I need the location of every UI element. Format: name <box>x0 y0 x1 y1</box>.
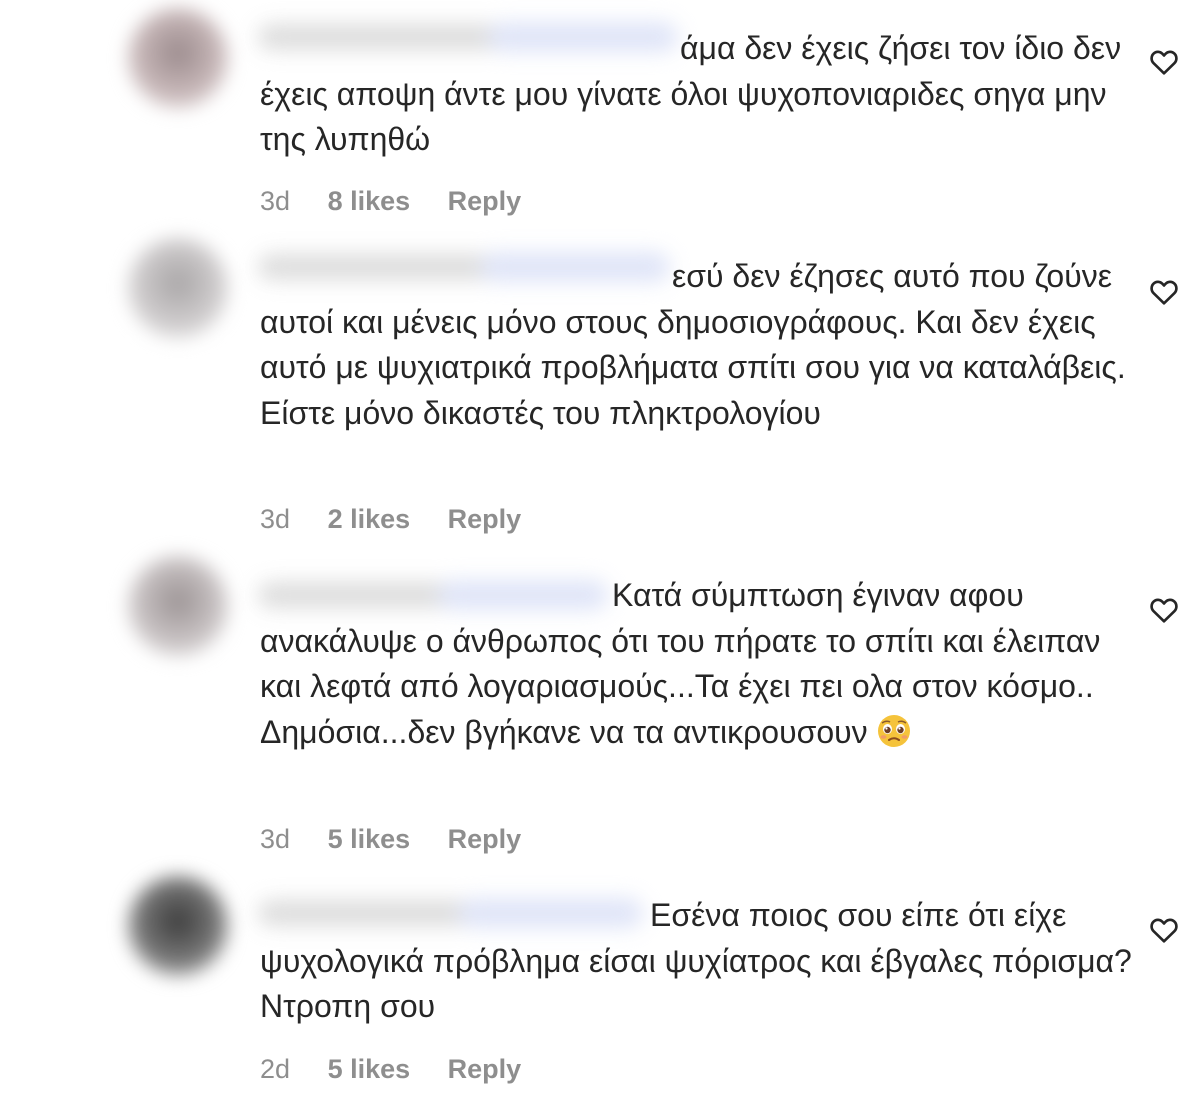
heart-outline-icon[interactable] <box>1148 914 1180 946</box>
comment-text: εσύ δεν έζησες αυτό που ζούνε αυτοί και … <box>260 258 1126 431</box>
comment-meta: 3d 5 likes Reply <box>260 823 521 855</box>
comment-timestamp: 3d <box>260 504 291 534</box>
likes-count[interactable]: 8 likes <box>328 185 411 217</box>
likes-count[interactable]: 5 likes <box>328 823 411 855</box>
comment-meta: 2d 5 likes Reply <box>260 1053 521 1085</box>
avatar[interactable] <box>128 238 228 338</box>
avatar[interactable] <box>128 8 228 108</box>
comment-timestamp: 2d <box>260 1054 291 1084</box>
comment-meta: 3d 8 likes Reply <box>260 185 521 217</box>
reply-button[interactable]: Reply <box>448 823 522 855</box>
comment-text: Εσένα ποιος σου είπε ότι είχε ψυχολογικά… <box>260 897 1132 1025</box>
comment-timestamp: 3d <box>260 824 291 854</box>
avatar[interactable] <box>128 876 228 976</box>
reply-button[interactable]: Reply <box>448 1053 522 1085</box>
heart-outline-icon[interactable] <box>1148 46 1180 78</box>
heart-outline-icon[interactable] <box>1148 594 1180 626</box>
avatar[interactable] <box>128 556 228 656</box>
comment-timestamp: 3d <box>260 186 291 216</box>
reply-button[interactable]: Reply <box>448 503 522 535</box>
comment-text: άμα δεν έχεις ζήσει τον ίδιο δεν έχεις α… <box>260 30 1122 158</box>
comment-meta: 3d 2 likes Reply <box>260 503 521 535</box>
reply-button[interactable]: Reply <box>448 185 522 217</box>
likes-count[interactable]: 5 likes <box>328 1053 411 1085</box>
heart-outline-icon[interactable] <box>1148 276 1180 308</box>
comment-text: Κατά σύμπτωση έγιναν αφου ανακάλυψε ο άν… <box>260 577 1101 750</box>
likes-count[interactable]: 2 likes <box>328 503 411 535</box>
pleading-face-emoji <box>877 714 910 747</box>
